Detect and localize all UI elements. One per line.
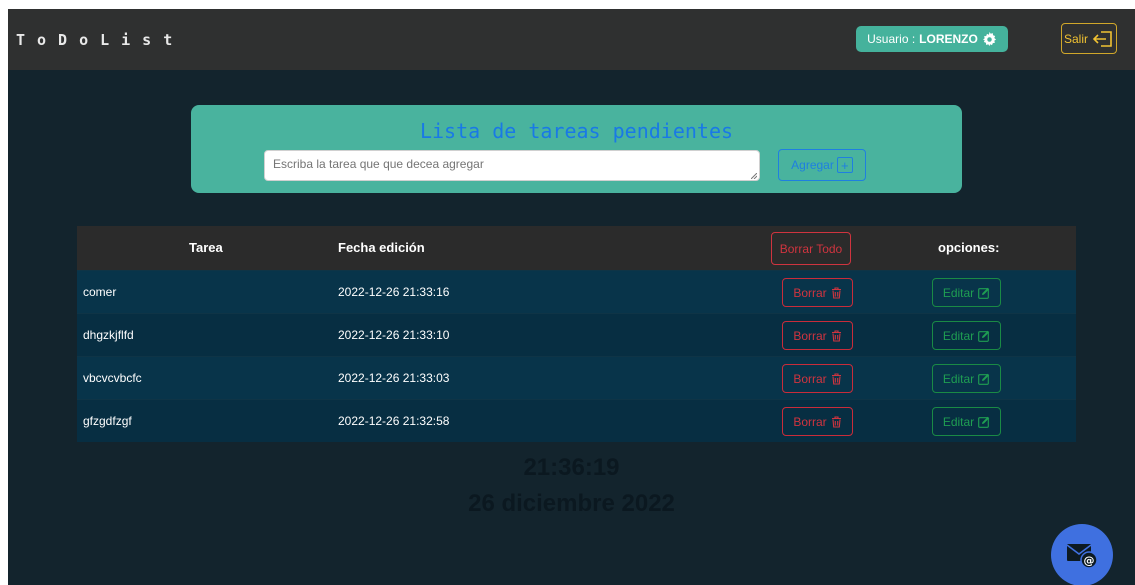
table-header: Tarea Fecha edición Borrar Todo opciones… [77, 226, 1076, 270]
add-task-button[interactable]: Agregar + [778, 149, 866, 181]
edit-label: Editar [942, 285, 975, 300]
logout-button[interactable]: Salir [1061, 23, 1117, 54]
delete-button[interactable]: Borrar [782, 407, 853, 436]
plus-square-icon: + [836, 157, 853, 173]
delete-label: Borrar [793, 371, 827, 386]
delete-label: Borrar [793, 328, 827, 343]
gear-icon [982, 31, 996, 46]
user-name: LORENZO [919, 32, 978, 46]
user-menu-button[interactable]: Usuario : LORENZO [856, 26, 1008, 52]
user-label: Usuario : [867, 32, 916, 46]
table-row: comer 2022-12-26 21:33:16 Borrar Editar [77, 270, 1076, 313]
delete-button[interactable]: Borrar [782, 364, 853, 393]
task-name: dhgzkjflfd [83, 328, 134, 342]
task-date: 2022-12-26 21:33:03 [338, 371, 450, 385]
task-date: 2022-12-26 21:32:58 [338, 414, 450, 428]
edit-label: Editar [942, 371, 975, 386]
task-date: 2022-12-26 21:33:16 [338, 285, 450, 299]
edit-square-icon [978, 416, 990, 428]
edit-button[interactable]: Editar [932, 321, 1001, 350]
delete-button[interactable]: Borrar [782, 278, 853, 307]
clock-time: 21:36:19 [523, 454, 620, 481]
app-window: ToDoList Usuario : LORENZO Salir Lista d… [8, 9, 1135, 585]
task-name: comer [83, 285, 117, 299]
trash-icon [831, 415, 841, 428]
edit-square-icon [978, 373, 990, 385]
edit-square-icon [978, 330, 990, 342]
delete-all-button[interactable]: Borrar Todo [771, 232, 851, 265]
header-options: opciones: [938, 240, 1000, 255]
edit-button[interactable]: Editar [932, 278, 1001, 307]
header-task: Tarea [189, 240, 223, 255]
brand-logo: ToDoList [16, 31, 185, 49]
edit-label: Editar [942, 414, 975, 429]
delete-button[interactable]: Borrar [782, 321, 853, 350]
edit-square-icon [978, 287, 990, 299]
logout-icon [1092, 30, 1112, 47]
edit-button[interactable]: Editar [932, 364, 1001, 393]
panel-title: Lista de tareas pendientes [419, 119, 734, 143]
header-date: Fecha edición [338, 240, 425, 255]
logout-label: Salir [1063, 31, 1088, 46]
table-row: vbcvcvbcfc 2022-12-26 21:33:03 Borrar Ed… [77, 356, 1076, 399]
edit-button[interactable]: Editar [932, 407, 1001, 436]
mail-at-icon: @ [1066, 544, 1098, 569]
delete-label: Borrar [793, 285, 827, 300]
task-name: gfzgdfzgf [83, 414, 132, 428]
trash-icon [831, 372, 841, 385]
trash-icon [831, 329, 841, 342]
tasks-table: Tarea Fecha edición Borrar Todo opciones… [77, 226, 1076, 442]
task-input[interactable] [264, 150, 760, 181]
add-task-panel: Lista de tareas pendientes Agregar + [191, 105, 962, 193]
delete-label: Borrar [793, 414, 827, 429]
add-label: Agregar [791, 158, 834, 172]
resize-grip-icon[interactable] [751, 173, 757, 179]
task-name: vbcvcvbcfc [83, 371, 142, 385]
contact-mail-button[interactable]: @ [1051, 524, 1113, 585]
table-row: gfzgdfzgf 2022-12-26 21:32:58 Borrar Edi… [77, 399, 1076, 442]
svg-text:@: @ [1084, 554, 1095, 567]
task-date: 2022-12-26 21:33:10 [338, 328, 450, 342]
edit-label: Editar [942, 328, 975, 343]
table-row: dhgzkjflfd 2022-12-26 21:33:10 Borrar Ed… [77, 313, 1076, 356]
top-navbar: ToDoList Usuario : LORENZO Salir [8, 9, 1135, 70]
trash-icon [831, 286, 841, 299]
clock-date: 26 diciembre 2022 [468, 490, 675, 517]
